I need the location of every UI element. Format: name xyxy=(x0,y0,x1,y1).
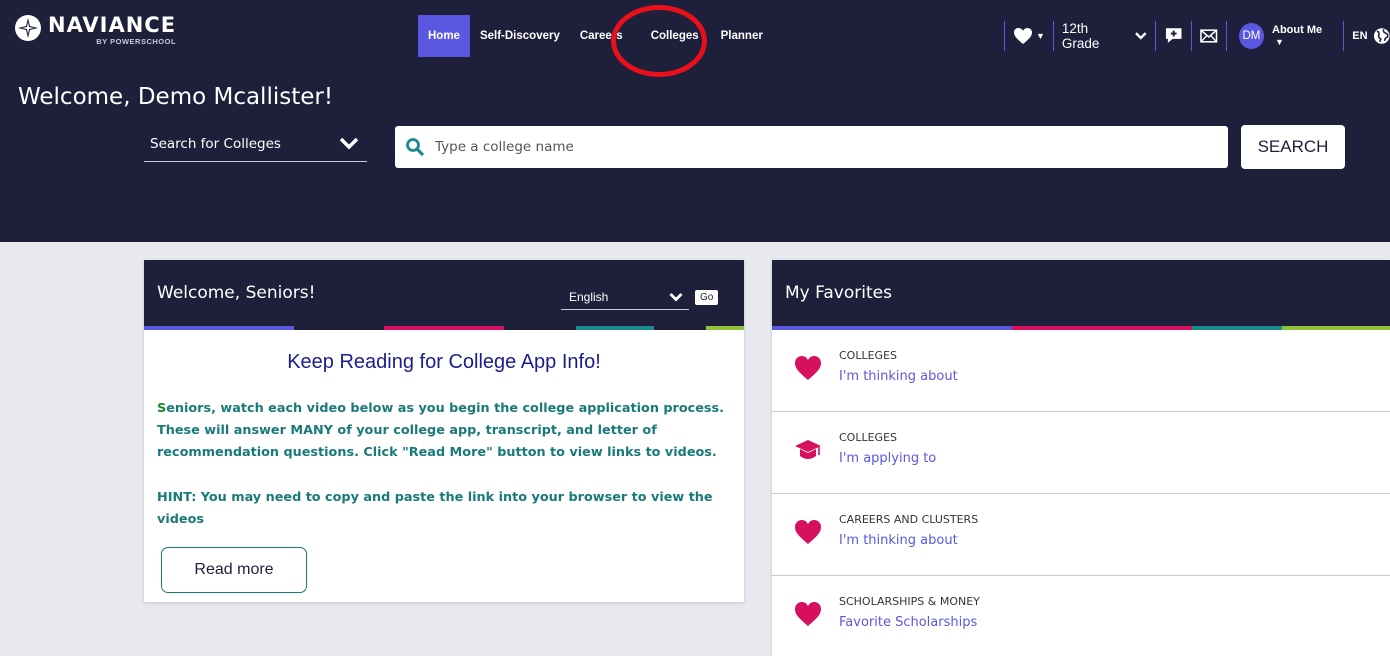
welcome-paragraph: Seniors, watch each video below as you b… xyxy=(157,398,731,464)
heart-icon xyxy=(795,356,821,380)
language-switch[interactable]: EN xyxy=(1352,30,1367,42)
welcome-card: Welcome, Seniors! English Go Keep Readin… xyxy=(144,260,744,602)
nav-planner[interactable]: Planner xyxy=(711,15,773,57)
favorites-link[interactable]: I'm applying to xyxy=(839,449,936,469)
utility-bar: ▼ 12th Grade DM About Me ▼ EN xyxy=(996,20,1390,52)
favorites-item: COLLEGES I'm applying to xyxy=(772,412,1390,494)
heart-icon xyxy=(795,602,821,626)
color-stripe xyxy=(144,326,744,330)
welcome-paragraph-text: eniors, watch each video below as you be… xyxy=(157,401,725,460)
favorites-link[interactable]: I'm thinking about xyxy=(839,367,958,387)
search-button[interactable]: SEARCH xyxy=(1241,125,1345,169)
about-me-label: About Me xyxy=(1272,24,1323,36)
chevron-down-icon xyxy=(669,292,683,301)
welcome-heading: Keep Reading for College App Info! xyxy=(287,351,601,373)
grade-select[interactable]: 12th Grade xyxy=(1062,21,1147,51)
favorites-item: SCHOLARSHIPS & MONEY Favorite Scholarshi… xyxy=(772,576,1390,656)
search-type-label: Search for Colleges xyxy=(150,135,281,152)
caret-down-icon: ▼ xyxy=(1035,31,1045,41)
globe-icon[interactable] xyxy=(1373,27,1390,45)
mail-icon[interactable] xyxy=(1200,29,1218,43)
naviance-logo[interactable]: NAVIANCE BY POWERSCHOOL xyxy=(14,14,176,46)
divider xyxy=(1154,21,1156,51)
favorites-category: CAREERS AND CLUSTERS xyxy=(839,513,979,526)
caret-down-icon: ▼ xyxy=(1275,37,1284,47)
welcome-card-body: Keep Reading for College App Info! Senio… xyxy=(144,330,744,538)
heart-icon xyxy=(795,520,821,544)
red-highlight-circle xyxy=(611,5,707,77)
favorites-item: COLLEGES I'm thinking about xyxy=(772,330,1390,412)
favorites-item: CAREERS AND CLUSTERS I'm thinking about xyxy=(772,494,1390,576)
divider xyxy=(1052,21,1054,51)
favorites-category: COLLEGES xyxy=(839,431,898,444)
chat-plus-icon[interactable] xyxy=(1164,27,1183,45)
divider xyxy=(1225,21,1227,51)
go-button[interactable]: Go xyxy=(695,290,719,305)
graduation-cap-icon xyxy=(795,440,821,459)
search-box xyxy=(395,126,1228,168)
language-option: English xyxy=(569,289,609,304)
favorites-category: SCHOLARSHIPS & MONEY xyxy=(839,595,980,608)
welcome-card-header: Welcome, Seniors! English Go xyxy=(144,260,744,326)
page-welcome: Welcome, Demo Mcallister! xyxy=(18,84,334,110)
search-icon xyxy=(406,138,425,157)
nav-self-discovery[interactable]: Self-Discovery xyxy=(470,15,570,57)
grade-label: 12th Grade xyxy=(1061,21,1100,51)
college-search-input[interactable] xyxy=(435,139,1195,155)
favorites-link[interactable]: I'm thinking about xyxy=(839,531,978,551)
compass-logo-icon xyxy=(15,15,41,41)
welcome-card-title: Welcome, Seniors! xyxy=(157,283,316,303)
avatar[interactable]: DM xyxy=(1238,23,1265,49)
favorites-link[interactable]: Favorite Scholarships xyxy=(839,613,980,633)
favorites-category: COLLEGES xyxy=(839,349,898,362)
logo-sub: BY POWERSCHOOL xyxy=(96,37,177,46)
welcome-card-footer: Read more xyxy=(144,538,744,602)
main-nav: Home Self-Discovery Careers Colleges Pla… xyxy=(418,15,773,57)
about-me-menu[interactable]: About Me ▼ xyxy=(1272,24,1335,48)
chevron-down-icon xyxy=(1135,32,1147,40)
divider xyxy=(1191,21,1193,51)
top-header: NAVIANCE BY POWERSCHOOL Home Self-Discov… xyxy=(0,0,1390,242)
nav-home[interactable]: Home xyxy=(418,15,470,57)
search-type-select[interactable]: Search for Colleges xyxy=(144,126,367,162)
read-more-button[interactable]: Read more xyxy=(161,547,307,593)
heart-icon xyxy=(1013,28,1032,44)
favorites-card: My Favorites COLLEGES I'm thinking about… xyxy=(772,260,1390,656)
language-select[interactable]: English xyxy=(561,284,689,310)
chevron-down-icon xyxy=(339,137,359,149)
favorites-card-header: My Favorites xyxy=(772,260,1390,326)
drop-letter: S xyxy=(157,401,167,416)
hint-text: HINT: You may need to copy and paste the… xyxy=(157,490,713,527)
favorites-menu[interactable]: ▼ xyxy=(1013,27,1045,45)
divider xyxy=(1343,21,1345,51)
logo-brand: NAVIANCE xyxy=(48,13,177,37)
favorites-card-title: My Favorites xyxy=(785,283,892,303)
divider xyxy=(1004,21,1005,51)
